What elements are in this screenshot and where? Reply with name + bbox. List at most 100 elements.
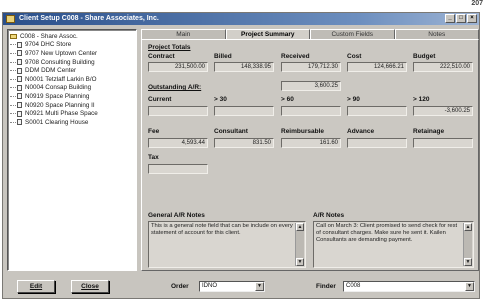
over-120-field[interactable]: -3,600.25: [413, 106, 473, 116]
advance-label: Advance: [347, 128, 375, 135]
over-30-field[interactable]: [214, 106, 274, 116]
scroll-down-icon[interactable]: ▼: [464, 258, 472, 266]
document-icon: [17, 67, 22, 74]
document-icon: [17, 84, 22, 91]
outstanding-ar-label: Outstanding A/R:: [148, 84, 202, 91]
project-summary-panel: Project Totals Contract 231,500.00 Bille…: [141, 39, 479, 271]
client-setup-window: Client Setup C008 - Share Associates, In…: [2, 12, 480, 299]
title-bar: Client Setup C008 - Share Associates, In…: [3, 13, 479, 25]
scroll-up-icon[interactable]: ▲: [464, 223, 472, 231]
current-label: Current: [148, 96, 172, 103]
cost-label: Cost: [347, 53, 362, 60]
budget-field[interactable]: 222,510.00: [413, 62, 473, 72]
over-60-field[interactable]: [281, 106, 341, 116]
tree-item-label: N0921 Multi Phase Space: [25, 110, 98, 118]
tree-connector: [10, 104, 16, 106]
consultant-field[interactable]: 831.50: [214, 138, 274, 148]
contract-field[interactable]: 231,500.00: [148, 62, 208, 72]
document-icon: [17, 50, 22, 57]
bottom-toolbar: Edit Close Order IDNO ▼ Finder C008 ▼: [3, 275, 479, 297]
outstanding-ar-field[interactable]: 3,600.25: [281, 81, 341, 91]
tree-connector: [10, 95, 16, 97]
retainage-label: Retainage: [413, 128, 445, 135]
advance-field[interactable]: [347, 138, 407, 148]
close-button[interactable]: Close: [71, 280, 109, 293]
tree-item-label: DDM DDM Center: [25, 67, 77, 75]
document-icon: [17, 93, 22, 100]
tax-field[interactable]: [148, 164, 208, 174]
retainage-field[interactable]: [413, 138, 473, 148]
ar-notes-heading: A/R Notes: [313, 212, 345, 219]
tree-item-project[interactable]: 9704 DHC Store: [10, 41, 134, 50]
received-field[interactable]: 179,712.30: [281, 62, 341, 72]
consultant-label: Consultant: [214, 128, 248, 135]
tab-custom-fields[interactable]: Custom Fields: [310, 29, 395, 39]
tree-item-project[interactable]: N0001 Tetzlaff Larkin B/O: [10, 75, 134, 84]
document-icon: [17, 76, 22, 83]
fee-field[interactable]: 4,593.44: [148, 138, 208, 148]
tree-item-project[interactable]: 9707 New Uptown Center: [10, 49, 134, 58]
document-icon: [17, 59, 22, 66]
tree-connector: [10, 61, 16, 63]
tree-item-label: C008 - Share Assoc.: [20, 32, 78, 40]
minimize-button[interactable]: _: [445, 14, 455, 23]
finder-select[interactable]: C008 ▼: [343, 281, 475, 292]
tree-connector: [10, 44, 16, 46]
tree-item-project[interactable]: N0004 Consap Building: [10, 84, 134, 93]
window-title: Client Setup C008 - Share Associates, In…: [19, 15, 159, 22]
order-label: Order: [171, 283, 189, 290]
tree-item-project[interactable]: S0001 Clearing House: [10, 118, 134, 127]
tax-label: Tax: [148, 154, 159, 161]
billed-field[interactable]: 148,338.95: [214, 62, 274, 72]
over-120-label: > 120: [413, 96, 430, 103]
ar-notes-scrollbar[interactable]: ▲ ▼: [463, 223, 472, 266]
tree-item-project[interactable]: 9708 Consulting Building: [10, 58, 134, 67]
tree-connector: [10, 121, 16, 123]
folder-icon: [6, 15, 15, 23]
tree-item-label: N0004 Consap Building: [25, 84, 92, 92]
scroll-down-icon[interactable]: ▼: [296, 258, 304, 266]
tree-item-project[interactable]: N0919 Space Planning: [10, 92, 134, 101]
chevron-down-icon[interactable]: ▼: [465, 282, 474, 291]
tree-root-client[interactable]: C008 - Share Assoc.: [10, 32, 134, 41]
general-notes-scrollbar[interactable]: ▲ ▼: [295, 223, 304, 266]
cost-field[interactable]: 124,666.21: [347, 62, 407, 72]
scroll-up-icon[interactable]: ▲: [296, 223, 304, 231]
billed-label: Billed: [214, 53, 232, 60]
edit-button[interactable]: Edit: [17, 280, 55, 293]
received-label: Received: [281, 53, 310, 60]
reimbursable-field[interactable]: 161.60: [281, 138, 341, 148]
tab-strip: Main Project Summary Custom Fields Notes: [141, 29, 479, 39]
chevron-down-icon[interactable]: ▼: [255, 282, 264, 291]
tree-item-label: S0001 Clearing House: [25, 118, 89, 126]
general-ar-notes-textarea[interactable]: This is a general note field that can be…: [148, 221, 306, 268]
tree-item-label: N0001 Tetzlaff Larkin B/O: [25, 75, 97, 83]
tree-connector: [10, 70, 16, 72]
over-90-field[interactable]: [347, 106, 407, 116]
project-totals-heading: Project Totals: [148, 44, 191, 51]
tree-item-project[interactable]: DDM DDM Center: [10, 66, 134, 75]
tree-item-project[interactable]: N0920 Space Planning II: [10, 101, 134, 110]
tab-main[interactable]: Main: [141, 29, 226, 39]
tree-item-project[interactable]: N0921 Multi Phase Space: [10, 109, 134, 118]
over-30-label: > 30: [214, 96, 227, 103]
general-ar-notes: General A/R Notes This is a general note…: [148, 212, 306, 268]
tab-project-summary[interactable]: Project Summary: [225, 29, 310, 39]
ar-notes-textarea[interactable]: Call on March 3: Client promised to send…: [313, 221, 474, 268]
maximize-button[interactable]: □: [456, 14, 466, 23]
close-window-button[interactable]: ×: [467, 14, 477, 23]
folder-icon: [10, 33, 17, 39]
finder-select-value: C008: [346, 283, 361, 289]
tree-item-label: 9708 Consulting Building: [25, 58, 95, 66]
tab-notes[interactable]: Notes: [394, 29, 479, 39]
document-icon: [17, 41, 22, 48]
tree-connector: [10, 78, 16, 80]
tree-item-label: 9704 DHC Store: [25, 41, 72, 49]
ar-notes-text: Call on March 3: Client promised to send…: [316, 223, 458, 243]
over-90-label: > 90: [347, 96, 360, 103]
order-select[interactable]: IDNO ▼: [199, 281, 265, 292]
current-field[interactable]: [148, 106, 208, 116]
tree-item-label: N0920 Space Planning II: [25, 101, 95, 109]
project-tree[interactable]: C008 - Share Assoc. 9704 DHC Store 9707 Ne…: [7, 29, 137, 271]
over-60-label: > 60: [281, 96, 294, 103]
